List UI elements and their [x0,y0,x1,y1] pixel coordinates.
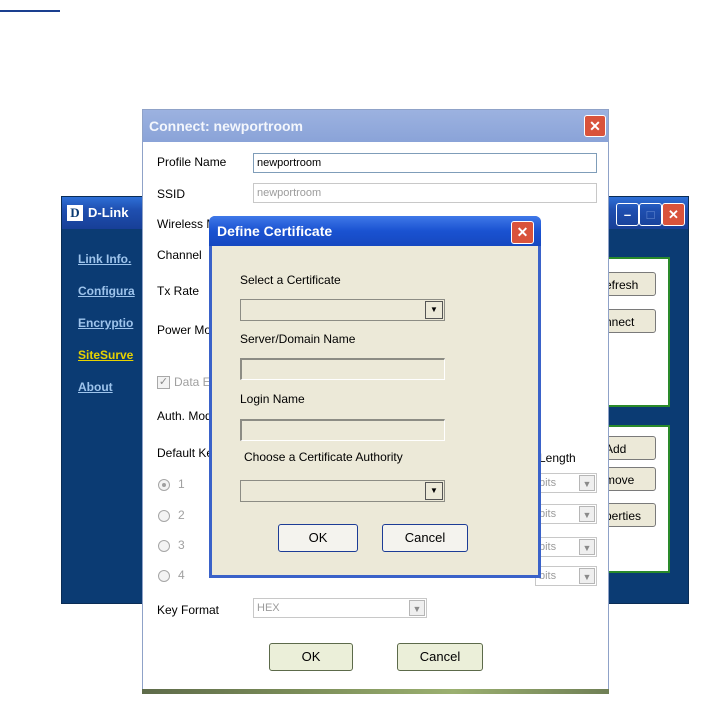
cert-titlebar[interactable]: Define Certificate [209,216,541,246]
close-icon[interactable]: ✕ [584,115,606,137]
minimize-icon[interactable]: – [616,203,639,226]
power-mode-label: Power Mo [157,323,212,337]
key-3-length-select[interactable]: bits ▼ [535,537,597,557]
key-1-label: 1 [178,477,185,491]
login-name-input[interactable] [240,419,445,441]
nav-configuration[interactable]: Configura [78,283,135,315]
server-domain-label: Server/Domain Name [240,332,356,346]
select-certificate-label: Select a Certificate [240,273,341,287]
chevron-down-icon[interactable]: ▼ [579,568,595,584]
ssid-label: SSID [157,187,186,201]
chevron-down-icon[interactable]: ▼ [425,482,443,500]
key-3-label: 3 [178,538,185,552]
key-4-bits: bits [539,570,557,582]
key-2-radio[interactable] [158,510,170,522]
certificate-authority-label: Choose a Certificate Authority [244,450,403,464]
profile-name-label: Profile Name [157,155,227,169]
chevron-down-icon[interactable]: ▼ [579,475,595,491]
server-domain-input[interactable] [240,358,445,380]
nav-link-info[interactable]: Link Info. [78,251,135,283]
data-encryption-label: Data E [174,375,211,389]
key-4-label: 4 [178,568,185,582]
close-icon[interactable]: ✕ [511,221,534,244]
key-2-bits: bits [539,508,557,520]
close-icon[interactable]: ✕ [662,203,685,226]
key-2-label: 2 [178,508,185,522]
select-certificate-dropdown[interactable]: ▼ [240,299,445,321]
key-format-value: HEX [257,602,280,614]
nav-encryption[interactable]: Encryptio [78,315,135,347]
key-3-bits: bits [539,541,557,553]
maximize-icon[interactable]: □ [639,203,662,226]
auth-mode-label: Auth. Mod [157,409,212,423]
taskbar-stripe [142,689,609,694]
dlink-title: D-Link [88,205,129,220]
key-4-length-select[interactable]: bits ▼ [535,566,597,586]
key-2-length-select[interactable]: bits ▼ [535,504,597,524]
chevron-down-icon[interactable]: ▼ [579,506,595,522]
wireless-mode-label: Wireless M [157,217,217,231]
top-decorative-line [0,10,60,12]
key-4-radio[interactable] [158,570,170,582]
cert-cancel-button[interactable]: Cancel [382,524,468,552]
nav-site-survey[interactable]: SiteSurve [78,347,135,379]
chevron-down-icon[interactable]: ▼ [409,600,425,616]
nav-about[interactable]: About [78,379,135,411]
define-certificate-dialog: Define Certificate ✕ Select a Certificat… [209,216,541,578]
connect-titlebar[interactable]: Connect: newportroom [143,110,608,142]
data-encryption-checkbox[interactable]: ✓ [157,376,170,389]
key-1-radio[interactable] [158,479,170,491]
dlink-nav: Link Info. Configura Encryptio SiteSurve… [78,251,135,411]
tx-rate-label: Tx Rate [157,284,200,298]
key-format-select[interactable]: HEX ▼ [253,598,427,618]
key-length-label: Length [539,451,576,465]
ok-button[interactable]: OK [269,643,353,671]
login-name-label: Login Name [240,392,305,406]
chevron-down-icon[interactable]: ▼ [579,539,595,555]
connect-title: Connect: newportroom [149,118,303,134]
certificate-authority-dropdown[interactable]: ▼ [240,480,445,502]
cancel-button[interactable]: Cancel [397,643,483,671]
cert-title: Define Certificate [217,223,333,239]
ssid-input[interactable]: newportroom [253,183,597,203]
key-3-radio[interactable] [158,540,170,552]
profile-name-input[interactable]: newportroom [253,153,597,173]
channel-label: Channel [157,248,202,262]
default-key-label: Default Ke [157,446,214,460]
chevron-down-icon[interactable]: ▼ [425,301,443,319]
key-1-length-select[interactable]: bits ▼ [535,473,597,493]
dlink-logo: D [67,205,83,221]
key-1-bits: bits [539,477,557,489]
cert-ok-button[interactable]: OK [278,524,358,552]
key-format-label: Key Format [157,603,220,617]
cert-body: Select a Certificate ▼ Server/Domain Nam… [212,246,538,575]
